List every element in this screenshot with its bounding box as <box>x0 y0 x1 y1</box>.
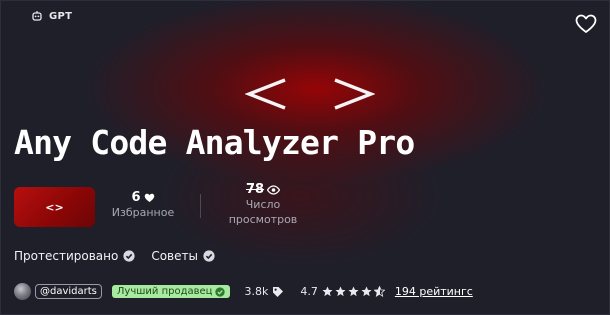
product-footer: @davidarts Лучший продавец 3.8k 4.7 194 … <box>14 283 473 300</box>
star-half-icon <box>373 286 385 297</box>
category-badge: GPT <box>31 10 72 22</box>
eye-icon <box>267 184 281 195</box>
ratings-count-link[interactable]: 194 рейтингс <box>395 285 473 298</box>
views-stat: 78 Число просмотров <box>223 182 303 227</box>
views-label-line1: Число <box>245 198 281 211</box>
tag-tips-label: Советы <box>151 249 198 263</box>
price-tag-icon <box>273 286 284 297</box>
views-label-line2: просмотров <box>228 213 298 226</box>
product-card[interactable]: GPT Any Code Analyzer Pro <> 6 Избранное… <box>0 0 610 315</box>
sales-value: 3.8k <box>244 285 269 298</box>
product-title: Any Code Analyzer Pro <box>14 123 415 162</box>
favorites-stat: 6 Избранное <box>105 190 181 220</box>
views-count: 78 <box>245 182 265 197</box>
verified-badge-icon <box>203 250 215 262</box>
bestseller-badge: Лучший продавец <box>111 285 231 298</box>
favorites-count: 6 <box>131 190 141 205</box>
rating: 4.7 <box>300 285 385 298</box>
stats-divider <box>200 194 201 218</box>
robot-icon <box>32 11 42 21</box>
star-icon <box>322 286 333 297</box>
heart-icon <box>144 193 154 202</box>
code-brackets-icon <box>245 78 375 110</box>
rating-value: 4.7 <box>300 285 318 298</box>
tag-tested: Протестировано <box>14 249 135 263</box>
star-icon <box>335 286 346 297</box>
product-thumbnail[interactable]: <> <box>14 187 95 227</box>
feature-tags: Протестировано Советы <box>14 249 215 263</box>
sales-count: 3.8k <box>244 285 284 298</box>
thumbnail-symbol: <> <box>45 200 64 214</box>
author-link[interactable]: @davidarts <box>35 284 102 299</box>
star-icon <box>361 286 372 297</box>
category-label: GPT <box>49 10 73 22</box>
tag-tested-label: Протестировано <box>14 249 119 263</box>
verified-badge-icon <box>215 286 226 297</box>
author-avatar[interactable] <box>14 283 31 300</box>
favorites-label: Избранное <box>111 206 175 219</box>
bestseller-label: Лучший продавец <box>116 286 213 297</box>
tag-tips: Советы <box>151 249 215 263</box>
rating-stars <box>322 286 385 297</box>
verified-badge-icon <box>123 250 135 262</box>
heart-outline-icon[interactable] <box>575 14 597 34</box>
star-icon <box>348 286 359 297</box>
